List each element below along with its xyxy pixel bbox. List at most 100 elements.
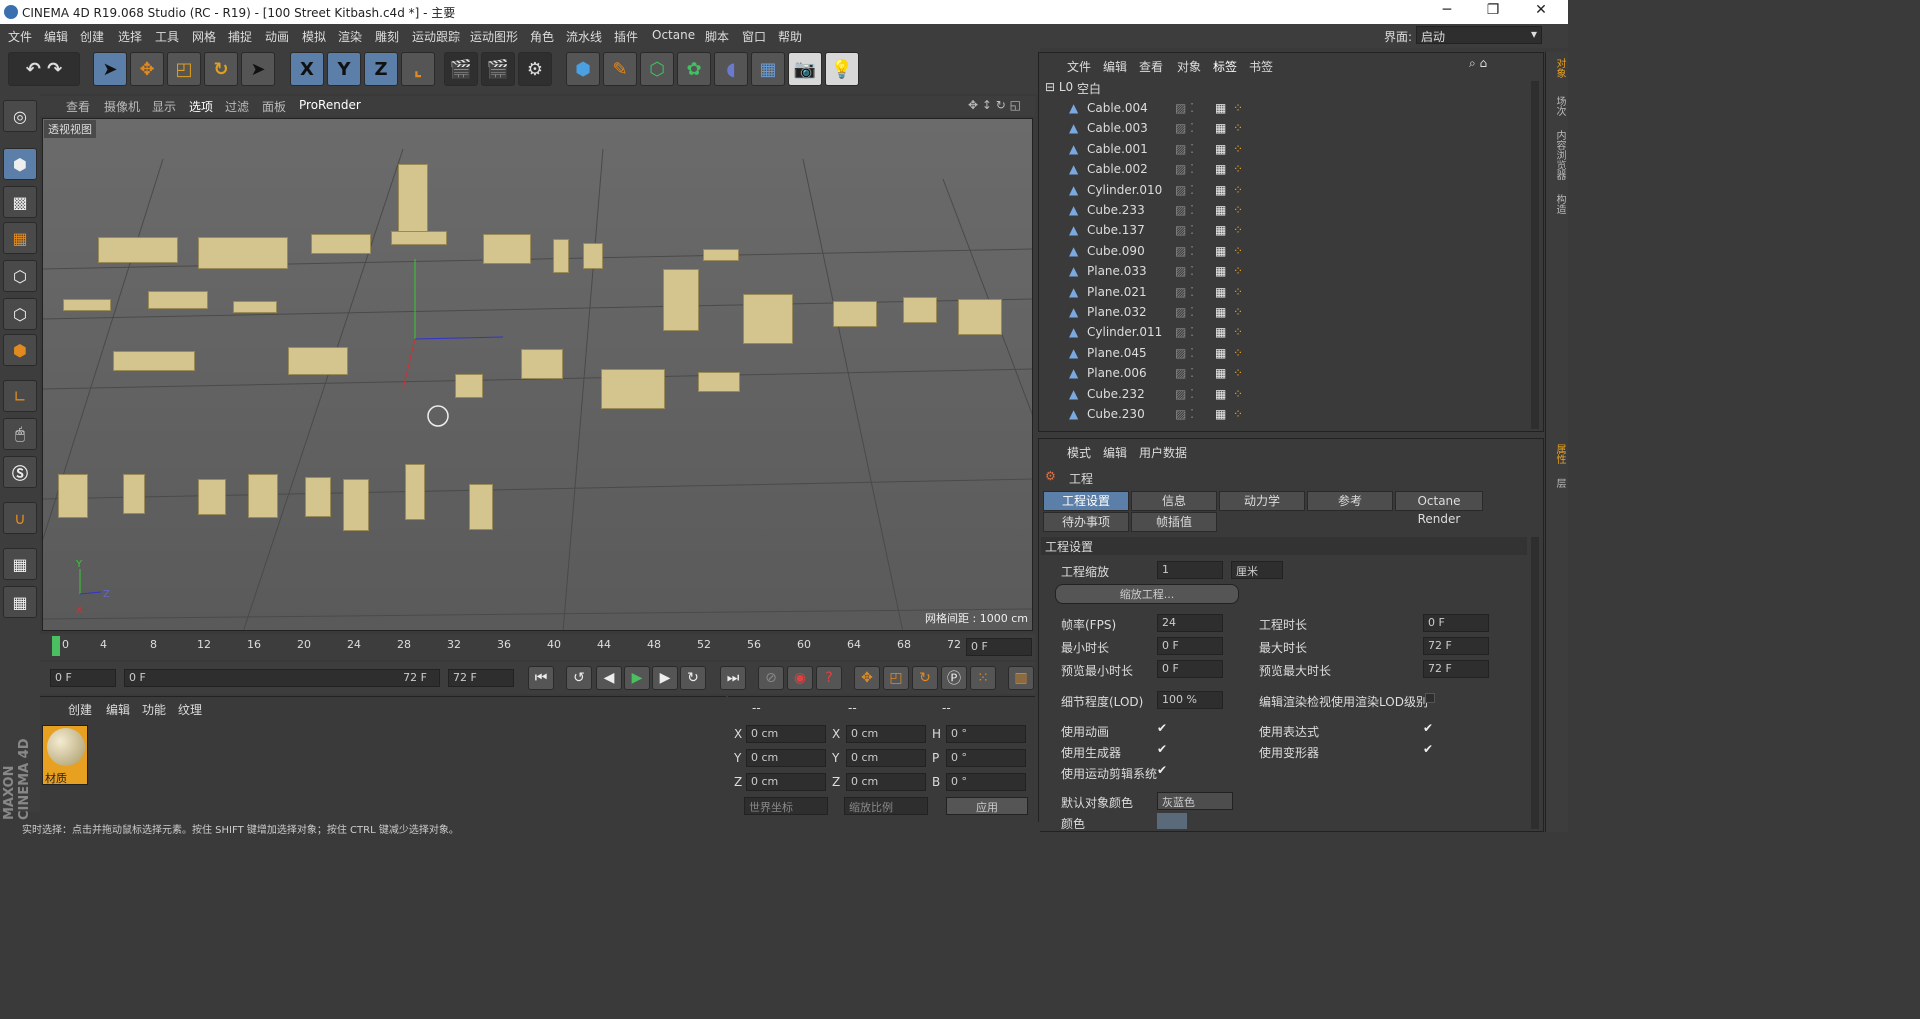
obj-menu-bookmarks[interactable]: 书签 xyxy=(1249,58,1273,75)
timeline-ruler[interactable]: 0 4 8 12 16 20 24 28 32 36 40 44 48 52 5… xyxy=(40,634,1035,660)
menu-snap[interactable]: 捕捉 xyxy=(228,28,252,45)
move-icon[interactable]: ✥ xyxy=(130,52,164,86)
attr-menu-edit[interactable]: 编辑 xyxy=(1103,444,1127,461)
workplane-icon[interactable]: ▦ xyxy=(3,222,37,254)
tab-todo[interactable]: 待办事项 xyxy=(1043,512,1129,532)
object-row[interactable]: ▲ Cable.003 ▨ ⁚ ▦ ⁘ xyxy=(1039,121,1529,141)
vp-menu-prorender[interactable]: ProRender xyxy=(299,98,361,112)
visibility-toggle-icon[interactable]: ▨ ⁚ xyxy=(1175,264,1194,278)
coordinate-system-icon[interactable]: ⌞ xyxy=(401,52,435,86)
texture-tag-icon[interactable]: ⁘ xyxy=(1233,223,1243,237)
texture-tag-icon[interactable]: ⁘ xyxy=(1233,387,1243,401)
obj-menu-view[interactable]: 查看 xyxy=(1139,58,1163,75)
edges-mode-icon[interactable]: ⬡ xyxy=(3,298,37,330)
project-length-field[interactable]: 0 F xyxy=(1423,614,1489,632)
y-axis-icon[interactable]: Y xyxy=(327,52,361,86)
project-scale-field[interactable]: 1 xyxy=(1157,561,1223,579)
material-tag-icon[interactable]: ▦ xyxy=(1215,244,1226,258)
visibility-toggle-icon[interactable]: ▨ ⁚ xyxy=(1175,285,1194,299)
texture-tag-icon[interactable]: ⁘ xyxy=(1233,203,1243,217)
visibility-toggle-icon[interactable]: ▨ ⁚ xyxy=(1175,203,1194,217)
menu-animate[interactable]: 动画 xyxy=(265,28,289,45)
mat-menu-edit[interactable]: 编辑 xyxy=(106,701,130,718)
next-frame-icon[interactable]: ▶ xyxy=(652,666,678,690)
restore-button[interactable]: ❐ xyxy=(1478,2,1508,22)
object-row[interactable]: ▲ Plane.033 ▨ ⁚ ▦ ⁘ xyxy=(1039,264,1529,284)
autokey-icon[interactable]: ◉ xyxy=(787,666,813,690)
keyframe-selection-icon[interactable]: ? xyxy=(816,666,842,690)
visibility-toggle-icon[interactable]: ▨ ⁚ xyxy=(1175,183,1194,197)
visibility-toggle-icon[interactable]: ▨ ⁚ xyxy=(1175,325,1194,339)
use-generators-checkbox[interactable]: ✔ xyxy=(1157,742,1167,756)
object-row[interactable]: ▲ Plane.006 ▨ ⁚ ▦ ⁘ xyxy=(1039,366,1529,386)
menu-motion-tracking[interactable]: 运动跟踪 xyxy=(412,28,460,45)
prev-frame-icon[interactable]: ◀ xyxy=(596,666,622,690)
search-icon[interactable]: ⌕ ⌂ xyxy=(1469,56,1487,71)
obj-menu-object[interactable]: 对象 xyxy=(1177,58,1201,75)
tab-dynamics[interactable]: 动力学 xyxy=(1219,491,1305,511)
solo-icon[interactable]: Ⓢ xyxy=(3,456,37,488)
snap-icon[interactable]: ∪ xyxy=(3,502,37,534)
prev-keyframe-icon[interactable]: ↺ xyxy=(566,666,592,690)
key-pla-icon[interactable]: ⁙ xyxy=(970,666,996,690)
object-row[interactable]: ▲ Cylinder.011 ▨ ⁚ ▦ ⁘ xyxy=(1039,325,1529,345)
use-deformers-checkbox[interactable]: ✔ xyxy=(1423,742,1433,756)
strip-tab-objects[interactable]: 对象 xyxy=(1548,58,1567,78)
texture-mode-icon[interactable]: ▩ xyxy=(3,186,37,218)
attribute-scrollbar[interactable] xyxy=(1531,537,1539,829)
material-tag-icon[interactable]: ▦ xyxy=(1215,121,1226,135)
tab-info[interactable]: 信息 xyxy=(1131,491,1217,511)
end-frame-field[interactable]: 72 F xyxy=(448,669,514,687)
playhead[interactable] xyxy=(52,636,60,656)
strip-tab-layers[interactable]: 层 xyxy=(1548,478,1567,488)
deformer-icon[interactable]: ◖ xyxy=(714,52,748,86)
fps-field[interactable]: 24 xyxy=(1157,614,1223,632)
strip-tab-takes[interactable]: 场次 xyxy=(1548,96,1567,116)
texture-tag-icon[interactable]: ⁘ xyxy=(1233,162,1243,176)
world-coords-dropdown[interactable]: 世界坐标 xyxy=(744,797,828,815)
vp-menu-filter[interactable]: 过滤 xyxy=(225,98,249,115)
visibility-toggle-icon[interactable]: ▨ ⁚ xyxy=(1175,244,1194,258)
camera-icon[interactable]: 📷 xyxy=(788,52,822,86)
floor-icon[interactable]: ▦ xyxy=(751,52,785,86)
timeline-window-icon[interactable]: ▥ xyxy=(1008,666,1034,690)
material-tag-icon[interactable]: ▦ xyxy=(1215,305,1226,319)
obj-menu-tags[interactable]: 标签 xyxy=(1213,58,1237,75)
menu-help[interactable]: 帮助 xyxy=(778,28,802,45)
vp-navigate-icon[interactable]: ✥ ↕ ↻ ◱ xyxy=(968,98,1021,112)
perspective-viewport[interactable]: Y Z X 网格间距 : 1000 cm xyxy=(42,118,1033,631)
axis-mode-icon[interactable]: ∟ xyxy=(3,380,37,412)
vp-menu-panel[interactable]: 面板 xyxy=(262,98,286,115)
visibility-toggle-icon[interactable]: ▨ ⁚ xyxy=(1175,142,1194,156)
scale-unit-dropdown[interactable]: 厘米 xyxy=(1231,561,1283,579)
material-tag-icon[interactable]: ▦ xyxy=(1215,346,1226,360)
use-animation-checkbox[interactable]: ✔ xyxy=(1157,721,1167,735)
material-tag-icon[interactable]: ▦ xyxy=(1215,162,1226,176)
menu-create[interactable]: 创建 xyxy=(80,28,104,45)
tab-octane-render[interactable]: Octane Render xyxy=(1395,491,1483,526)
points-mode-icon[interactable]: ⬡ xyxy=(3,260,37,292)
menu-window[interactable]: 窗口 xyxy=(742,28,766,45)
material-tag-icon[interactable]: ▦ xyxy=(1215,101,1226,115)
menu-script[interactable]: 脚本 xyxy=(705,28,729,45)
visibility-toggle-icon[interactable]: ▨ ⁚ xyxy=(1175,121,1194,135)
obj-menu-edit[interactable]: 编辑 xyxy=(1103,58,1127,75)
cloner-icon[interactable]: ✿ xyxy=(677,52,711,86)
model-mode-icon[interactable]: ⬢ xyxy=(3,148,37,180)
object-row[interactable]: ▲ Cable.002 ▨ ⁚ ▦ ⁘ xyxy=(1039,162,1529,182)
menu-octane[interactable]: Octane xyxy=(652,28,695,42)
object-row[interactable]: ▲ Cube.090 ▨ ⁚ ▦ ⁘ xyxy=(1039,244,1529,264)
object-row[interactable]: ▲ Cube.232 ▨ ⁚ ▦ ⁘ xyxy=(1039,387,1529,407)
recent-tool-icon[interactable]: ➤ xyxy=(241,52,275,86)
rotation-p-field[interactable]: 0 ° xyxy=(946,749,1026,767)
menu-simulate[interactable]: 模拟 xyxy=(302,28,326,45)
max-time-field[interactable]: 72 F xyxy=(1423,637,1489,655)
use-motion-system-checkbox[interactable]: ✔ xyxy=(1157,763,1167,777)
key-scale-icon[interactable]: ◰ xyxy=(883,666,909,690)
object-row[interactable]: ▲ Plane.045 ▨ ⁚ ▦ ⁘ xyxy=(1039,346,1529,366)
next-keyframe-icon[interactable]: ↻ xyxy=(680,666,706,690)
material-swatch[interactable]: 材质 xyxy=(42,725,88,785)
object-row[interactable]: ▲ Cube.137 ▨ ⁚ ▦ ⁘ xyxy=(1039,223,1529,243)
attr-menu-mode[interactable]: 模式 xyxy=(1067,444,1091,461)
size-x-field[interactable]: 0 cm xyxy=(846,725,926,743)
